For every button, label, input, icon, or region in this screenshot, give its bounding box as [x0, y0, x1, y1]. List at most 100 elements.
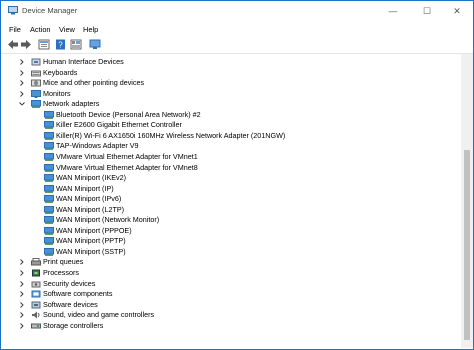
tree-device-label: WAN Miniport (PPPOE) [56, 225, 132, 235]
tree-category-software-components[interactable]: Software components [2, 289, 452, 299]
chevron-right-icon[interactable] [18, 78, 26, 88]
tree-category-label: Print queues [43, 257, 84, 267]
tree-device-item[interactable]: WAN Miniport (L2TP) [2, 205, 452, 215]
storage-controller-icon [31, 323, 41, 329]
chevron-right-icon[interactable] [18, 68, 26, 78]
tree-category-mice-and-other-pointing-devices[interactable]: Mice and other pointing devices [2, 78, 452, 88]
network-adapter-icon [44, 152, 54, 161]
security-key-icon [31, 281, 41, 288]
chevron-right-icon[interactable] [18, 289, 26, 299]
device-tree[interactable]: Human Interface Devices Keyboards Mice and… [2, 54, 460, 348]
tree-category-sound-video-and-game-controllers[interactable]: Sound, video and game controllers [2, 310, 452, 320]
tree-device-label: WAN Miniport (Network Monitor) [56, 215, 160, 225]
tree-device-item[interactable]: WAN Miniport (Network Monitor) [2, 215, 452, 225]
chevron-right-icon[interactable] [18, 279, 26, 289]
tree-device-label: VMware Virtual Ethernet Adapter for VMne… [56, 162, 198, 172]
tree-category-network-adapters[interactable]: Network adapters [2, 99, 452, 109]
chevron-right-icon[interactable] [18, 57, 26, 67]
scrollbar-thumb[interactable] [464, 150, 470, 340]
svg-text:?: ? [58, 41, 63, 50]
tree-category-label: Software components [43, 289, 113, 299]
chevron-right-icon[interactable] [18, 89, 26, 99]
help-icon[interactable]: ? [55, 39, 67, 50]
network-adapter-icon [44, 184, 54, 193]
tree-category-human-interface-devices[interactable]: Human Interface Devices [2, 57, 452, 67]
tree-device-label: WAN Miniport (IP) [56, 183, 114, 193]
tree-device-item[interactable]: WAN Miniport (IP) [2, 184, 452, 194]
title-bar[interactable]: Device Manager — ☐ ✕ [1, 1, 473, 21]
forward-arrow-icon[interactable] [20, 39, 32, 50]
network-adapter-icon [44, 110, 54, 119]
tree-category-label: Storage controllers [43, 320, 104, 330]
tree-device-item[interactable]: VMware Virtual Ethernet Adapter for VMne… [2, 152, 452, 162]
hid-icon [31, 58, 41, 66]
menu-view[interactable]: View [59, 25, 75, 34]
toolbar: ? [1, 37, 473, 54]
menu-help[interactable]: Help [83, 25, 98, 34]
tree-category-label: Human Interface Devices [43, 57, 124, 66]
tree-device-item[interactable]: WAN Miniport (SSTP) [2, 247, 452, 257]
tree-category-label: Sound, video and game controllers [43, 310, 155, 320]
network-adapter-icon [44, 216, 54, 225]
chevron-right-icon[interactable] [18, 310, 26, 320]
network-adapter-icon [44, 247, 54, 256]
tree-device-label: Bluetooth Device (Personal Area Network)… [56, 109, 201, 119]
monitor-view-icon[interactable] [89, 39, 101, 50]
menu-file[interactable]: File [9, 25, 21, 34]
tree-category-storage-controllers[interactable]: Storage controllers [2, 321, 452, 331]
tree-device-item[interactable]: VMware Virtual Ethernet Adapter for VMne… [2, 163, 452, 173]
network-adapter-icon [31, 100, 41, 109]
tree-category-label: Software devices [43, 299, 98, 309]
tree-device-label: WAN Miniport (L2TP) [56, 204, 125, 214]
back-arrow-icon[interactable] [7, 39, 19, 50]
tree-device-label: Killer E2600 Gigabit Ethernet Controller [56, 120, 182, 130]
tree-device-item[interactable]: Killer E2600 Gigabit Ethernet Controller [2, 120, 452, 130]
network-adapter-icon [44, 174, 54, 183]
tree-device-label: VMware Virtual Ethernet Adapter for VMne… [56, 151, 198, 161]
tree-category-security-devices[interactable]: Security devices [2, 279, 452, 289]
tree-category-processors[interactable]: Processors [2, 268, 452, 278]
tree-device-item[interactable]: Bluetooth Device (Personal Area Network)… [2, 110, 452, 120]
close-button[interactable]: ✕ [441, 1, 473, 21]
tree-device-item[interactable]: Killer(R) Wi-Fi 6 AX1650i 160MHz Wireles… [2, 131, 452, 141]
device-manager-window: Device Manager — ☐ ✕ File Action View He… [0, 0, 474, 350]
tree-category-software-devices[interactable]: Software devices [2, 300, 452, 310]
properties-icon[interactable] [38, 39, 50, 50]
menu-action[interactable]: Action [30, 25, 51, 34]
tree-device-item[interactable]: WAN Miniport (PPTP) [2, 236, 452, 246]
tree-device-label: Killer(R) Wi-Fi 6 AX1650i 160MHz Wireles… [56, 130, 286, 140]
tree-device-item[interactable]: TAP-Windows Adapter V9 [2, 141, 452, 151]
tree-category-label: Mice and other pointing devices [43, 78, 145, 88]
network-adapter-icon [44, 121, 54, 130]
tree-category-label: Keyboards [43, 67, 78, 77]
device-manager-icon [8, 6, 18, 15]
tree-category-monitors[interactable]: Monitors [2, 89, 452, 99]
window-title: Device Manager [22, 6, 78, 15]
tree-category-keyboards[interactable]: Keyboards [2, 68, 452, 78]
chevron-right-icon[interactable] [18, 321, 26, 331]
tree-category-label: Processors [43, 268, 79, 277]
chevron-down-icon[interactable] [18, 99, 26, 109]
tree-device-label: WAN Miniport (IKEv2) [56, 173, 127, 183]
tree-device-item[interactable]: WAN Miniport (PPPOE) [2, 226, 452, 236]
network-adapter-icon [44, 205, 54, 214]
chevron-right-icon[interactable] [18, 257, 26, 267]
monitor-icon [31, 89, 41, 98]
tree-device-label: WAN Miniport (SSTP) [56, 246, 126, 256]
network-adapter-icon [44, 226, 54, 235]
vertical-scrollbar[interactable] [461, 54, 473, 348]
tree-device-item[interactable]: WAN Miniport (IPv6) [2, 194, 452, 204]
software-device-icon [31, 301, 41, 309]
tree-category-label: Network adapters [43, 99, 100, 109]
menu-bar: File Action View Help [1, 22, 473, 37]
software-component-icon [31, 290, 41, 298]
tree-device-item[interactable]: WAN Miniport (IKEv2) [2, 173, 452, 183]
scan-for-hardware-icon[interactable] [70, 39, 82, 50]
keyboard-icon [31, 70, 41, 77]
tree-category-print-queues[interactable]: Print queues [2, 257, 452, 267]
chevron-right-icon[interactable] [18, 300, 26, 310]
minimize-button[interactable]: — [377, 1, 409, 21]
maximize-button[interactable]: ☐ [411, 1, 443, 21]
chevron-right-icon[interactable] [18, 268, 26, 278]
tree-device-label: WAN Miniport (IPv6) [56, 194, 122, 204]
